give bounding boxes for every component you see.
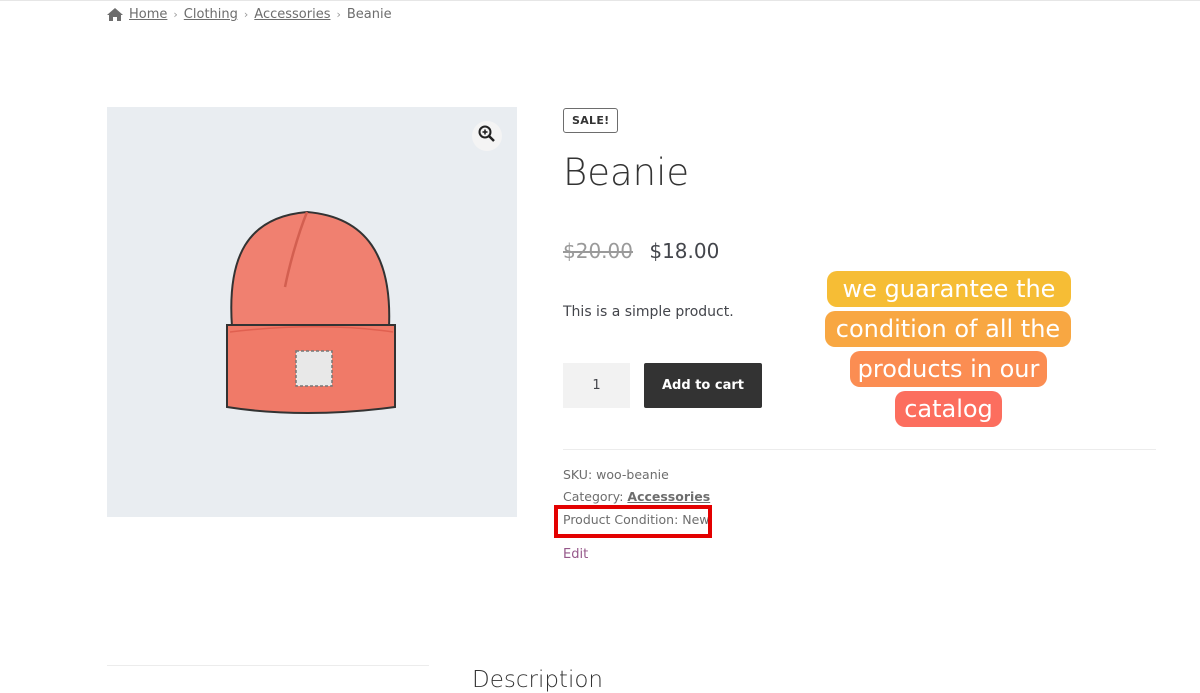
chevron-right-icon: › <box>336 8 341 21</box>
zoom-button[interactable] <box>472 121 502 151</box>
breadcrumb-accessories[interactable]: Accessories <box>254 7 330 22</box>
sale-badge: SALE! <box>563 108 619 133</box>
product-image[interactable] <box>107 107 517 517</box>
promo-line-3: products in our <box>850 351 1047 387</box>
breadcrumb: Home › Clothing › Accessories › Beanie <box>107 7 392 22</box>
breadcrumb-home[interactable]: Home <box>129 7 167 22</box>
add-to-cart-button[interactable]: Add to cart <box>644 363 762 408</box>
product-category: Category: Accessories <box>563 489 710 504</box>
promo-line-4: catalog <box>895 391 1002 427</box>
category-link[interactable]: Accessories <box>627 489 710 504</box>
product-title: Beanie <box>563 151 690 194</box>
home-icon[interactable] <box>107 8 123 21</box>
chevron-right-icon: › <box>173 8 178 21</box>
promo-line-2: condition of all the <box>825 311 1071 347</box>
beanie-illustration <box>226 210 396 414</box>
edit-link[interactable]: Edit <box>563 547 588 562</box>
old-price: $20.00 <box>563 239 633 263</box>
chevron-right-icon: › <box>243 8 249 21</box>
sku-value: woo-beanie <box>596 467 669 482</box>
sku-label: SKU: <box>563 467 593 482</box>
promo-sticker: we guarantee the condition of all the pr… <box>825 271 1071 433</box>
tab-description[interactable]: Description <box>472 667 603 693</box>
short-description: This is a simple product. <box>563 304 734 320</box>
zoom-in-icon <box>478 125 496 147</box>
quantity-input[interactable]: 1 <box>563 363 630 408</box>
breadcrumb-current: Beanie <box>346 7 392 22</box>
highlight-box <box>554 505 712 538</box>
divider <box>563 449 1156 450</box>
category-label: Category: <box>563 489 624 504</box>
product-price: $20.00 $18.00 <box>563 239 719 263</box>
sale-price: $18.00 <box>649 239 720 263</box>
product-sku: SKU: woo-beanie <box>563 467 669 482</box>
promo-line-1: we guarantee the <box>827 271 1071 307</box>
tabs-divider <box>107 665 429 666</box>
breadcrumb-clothing[interactable]: Clothing <box>184 7 238 22</box>
